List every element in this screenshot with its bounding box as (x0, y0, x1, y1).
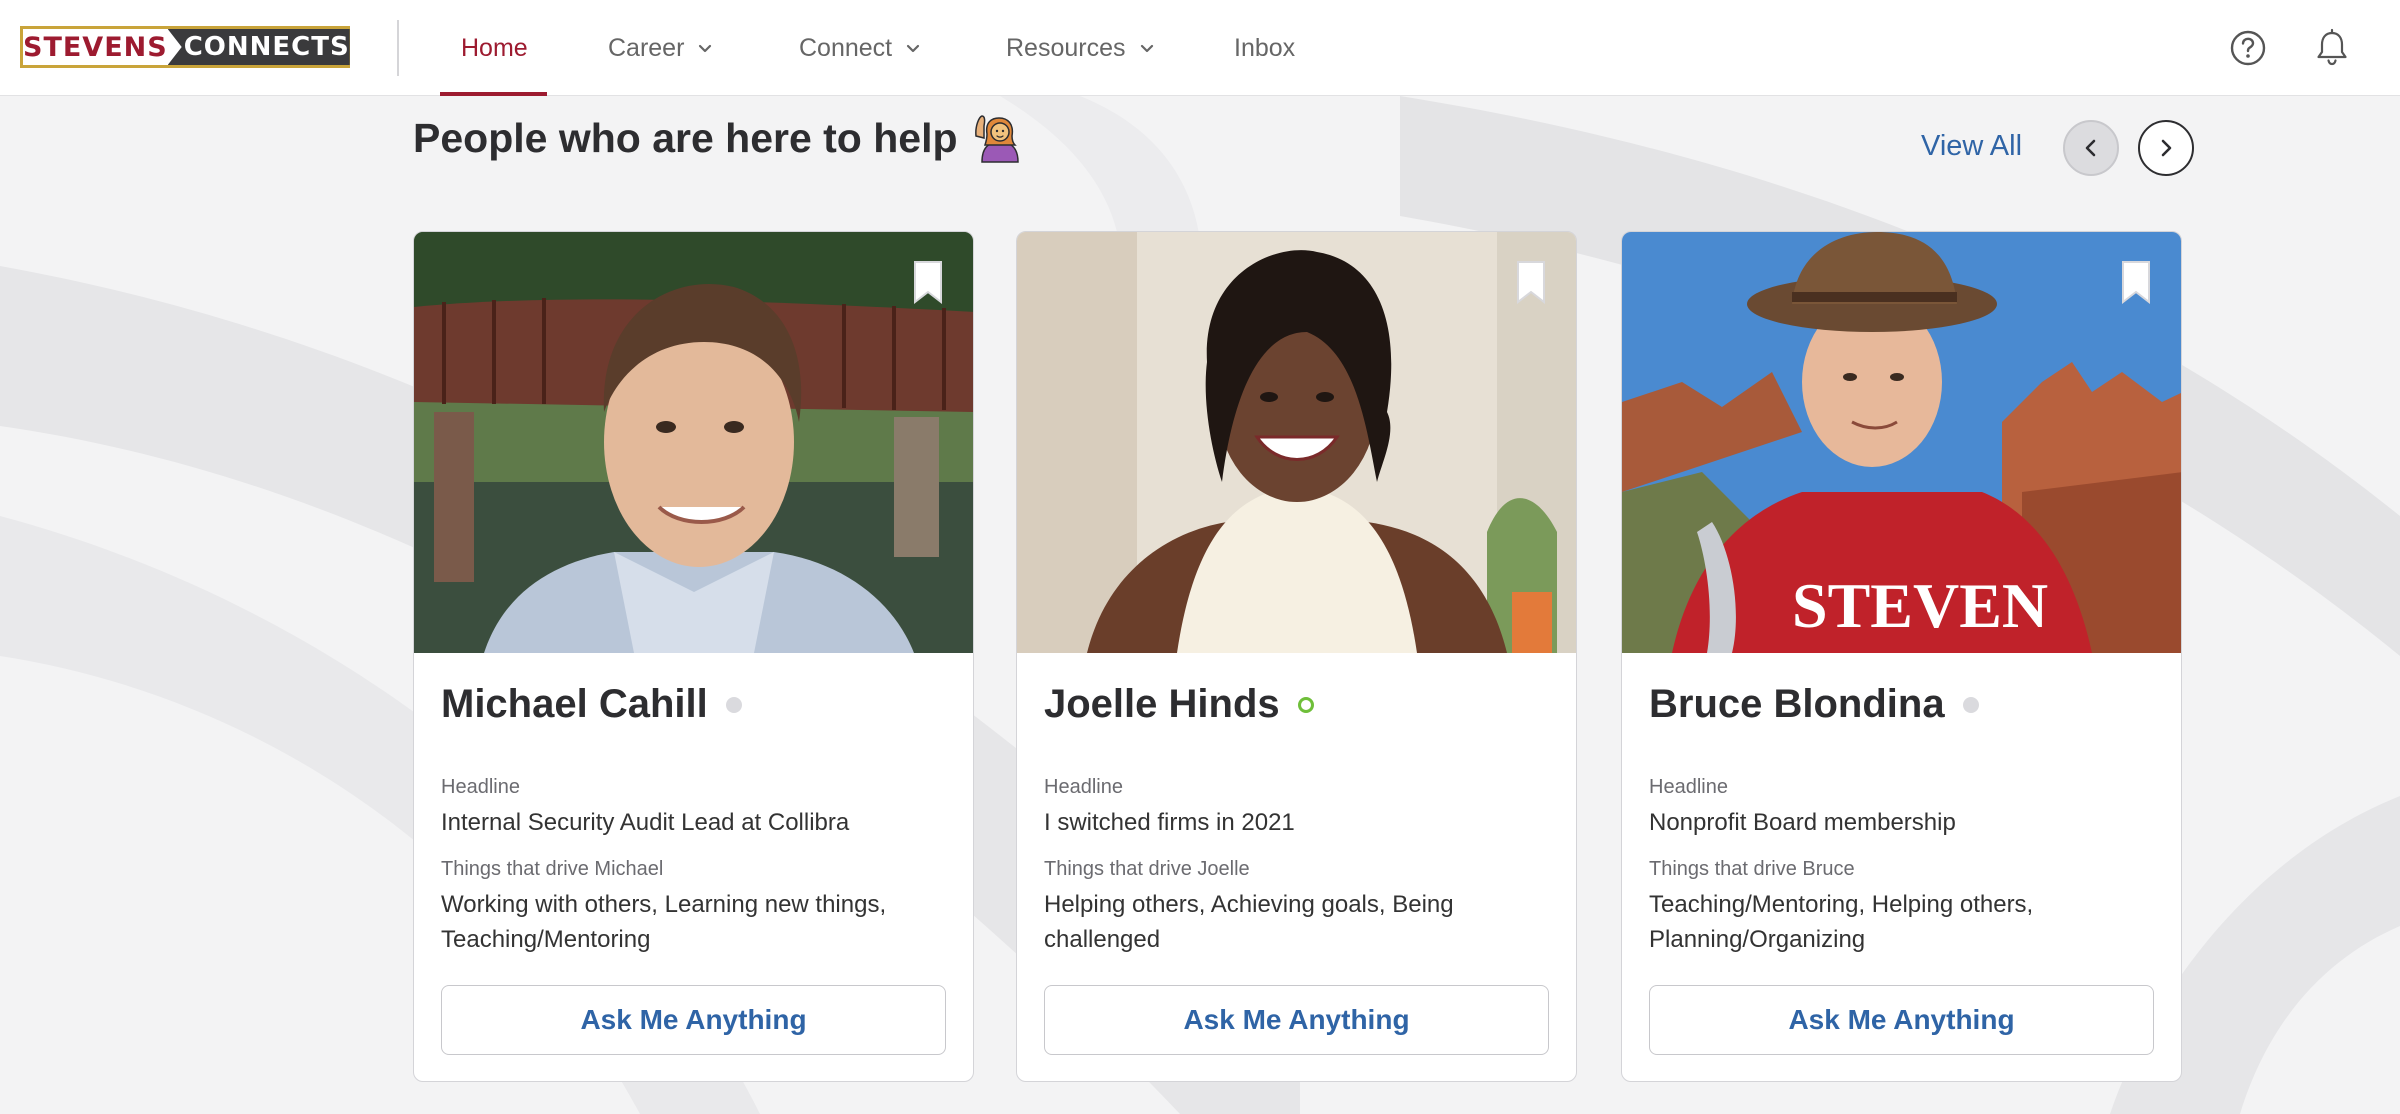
chevron-right-icon (2161, 139, 2172, 157)
view-all-link[interactable]: View All (1921, 130, 2022, 163)
ask-me-anything-button[interactable]: Ask Me Anything (441, 985, 946, 1055)
bell-icon[interactable] (2310, 26, 2354, 70)
status-indicator (1962, 696, 1979, 713)
person-name: Joelle Hinds (1044, 682, 1280, 726)
bookmark-icon[interactable] (2121, 260, 2151, 304)
mentor-card[interactable]: Michael Cahill Headline Internal Securit… (413, 231, 974, 1082)
headline-label: Headline (1044, 776, 1123, 798)
nav-active-indicator (440, 92, 547, 96)
card-name: Michael Cahill (441, 682, 742, 727)
drive-label: Things that drive Bruce (1649, 858, 1855, 880)
drive-value: Teaching/Mentoring, Helping others, Plan… (1649, 891, 2034, 953)
nav-inbox-label: Inbox (1234, 33, 1296, 62)
logo-text-connects: CONNECTS (167, 29, 350, 65)
stevens-connects-logo[interactable]: STEVENS CONNECTS (20, 26, 350, 68)
nav-career-label: Career (608, 33, 685, 62)
drive-label: Things that drive Joelle (1044, 858, 1250, 880)
ask-me-anything-button[interactable]: Ask Me Anything (1044, 985, 1549, 1055)
drive-value: Helping others, Achieving goals, Being c… (1044, 891, 1454, 953)
chevron-left-icon (2085, 139, 2096, 157)
person-name: Bruce Blondina (1649, 682, 1945, 726)
profile-photo (414, 232, 973, 653)
nav-home-label: Home (461, 33, 528, 62)
profile-photo: STEVEN (1622, 232, 2181, 653)
status-indicator (1297, 696, 1314, 713)
drive-value: Working with others, Learning new things… (441, 891, 887, 953)
headline-value: Nonprofit Board membership (1649, 809, 1956, 836)
card-name: Joelle Hinds (1044, 682, 1314, 727)
nav-resources-label: Resources (1006, 33, 1126, 62)
headline-value: I switched firms in 2021 (1044, 809, 1295, 836)
headline-value: Internal Security Audit Lead at Collibra (441, 809, 850, 836)
person-name: Michael Cahill (441, 682, 708, 726)
status-indicator (725, 696, 742, 713)
ask-me-anything-button[interactable]: Ask Me Anything (1649, 985, 2154, 1055)
top-navbar: STEVENS CONNECTS Home Career Connect Res… (0, 0, 2400, 96)
person-raising-hand-icon (974, 115, 1019, 163)
svg-text:STEVEN: STEVEN (1792, 570, 2048, 641)
logo-text-stevens: STEVENS (23, 31, 168, 63)
chevron-down-icon (1140, 44, 1153, 53)
nav-connect[interactable]: Connect (799, 0, 922, 96)
chevron-down-icon (699, 44, 712, 53)
section-title-text: People who are here to help (413, 114, 958, 161)
mentor-card[interactable]: Joelle Hinds Headline I switched firms i… (1016, 231, 1577, 1082)
nav-divider (397, 20, 399, 76)
headline-label: Headline (1649, 776, 1728, 798)
profile-photo (1017, 232, 1576, 653)
headline-label: Headline (441, 776, 520, 798)
nav-connect-label: Connect (799, 33, 893, 62)
bookmark-icon[interactable] (1516, 260, 1546, 304)
carousel-next-button[interactable] (2138, 120, 2194, 176)
mentor-card[interactable]: STEVEN Bruce Blondina Headline Nonprofit… (1621, 231, 2182, 1082)
nav-home[interactable]: Home (461, 0, 528, 96)
drive-label: Things that drive Michael (441, 858, 664, 880)
card-name: Bruce Blondina (1649, 682, 1979, 727)
carousel-prev-button[interactable] (2063, 120, 2119, 176)
chevron-down-icon (907, 44, 920, 53)
bookmark-icon[interactable] (913, 260, 943, 304)
help-icon[interactable] (2226, 26, 2270, 70)
section-title: People who are here to help (413, 112, 1022, 164)
nav-career[interactable]: Career (608, 0, 714, 96)
nav-inbox[interactable]: Inbox (1234, 0, 1295, 96)
nav-resources[interactable]: Resources (1006, 0, 1156, 96)
